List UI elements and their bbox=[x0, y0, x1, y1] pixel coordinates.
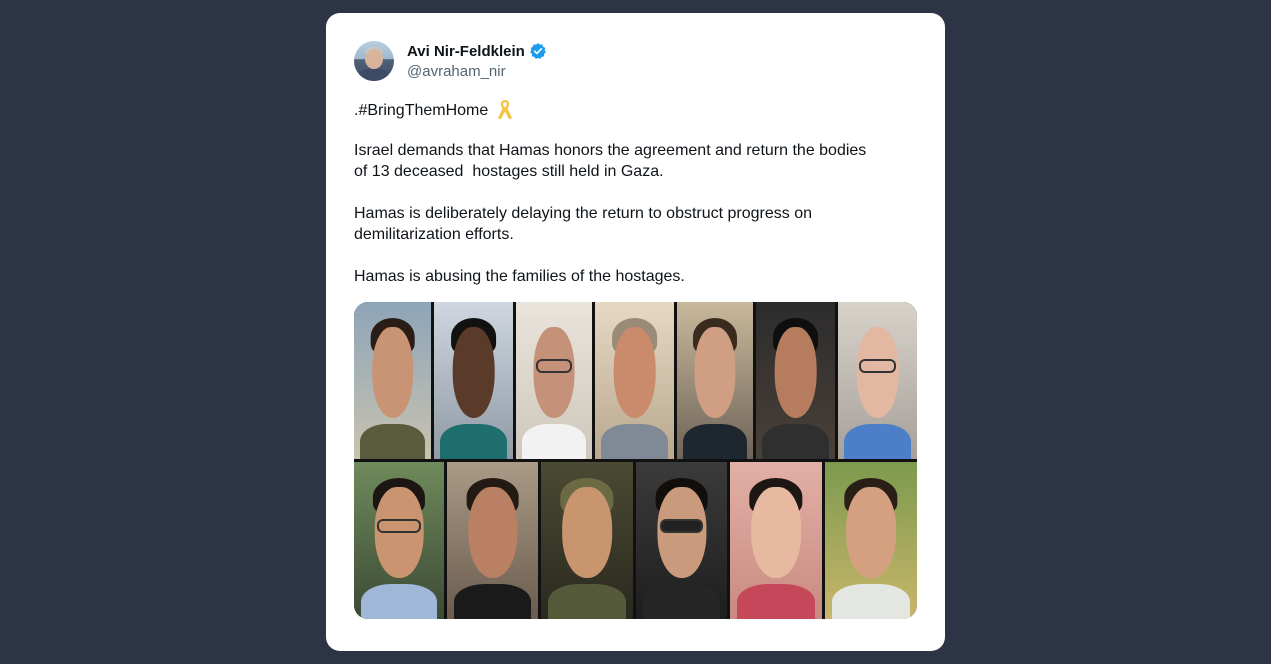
author-name[interactable]: Avi Nir-Feldklein bbox=[407, 43, 525, 60]
author-name-row: Avi Nir-Feldklein bbox=[407, 41, 547, 61]
hostage-photo bbox=[838, 302, 917, 459]
yellow-ribbon-icon bbox=[498, 100, 513, 120]
tweet-hashtag-line: .#BringThemHome bbox=[354, 99, 924, 121]
hashtag-text[interactable]: .#BringThemHome bbox=[354, 100, 488, 121]
hostage-photo bbox=[595, 302, 674, 459]
collage-row-bottom bbox=[354, 462, 917, 619]
hostage-photo bbox=[825, 462, 917, 619]
hostage-photo bbox=[541, 462, 633, 619]
author-handle[interactable]: @avraham_nir bbox=[407, 63, 506, 80]
collage-row-top bbox=[354, 302, 917, 459]
hostage-photo bbox=[354, 462, 444, 619]
hostage-photo bbox=[447, 462, 538, 619]
hostage-photo bbox=[730, 462, 822, 619]
hostage-photo bbox=[756, 302, 835, 459]
tweet-card: Avi Nir-Feldklein @avraham_nir .#BringTh… bbox=[326, 13, 945, 651]
hostage-photo bbox=[677, 302, 753, 459]
tweet-paragraph-1: Israel demands that Hamas honors the agr… bbox=[354, 142, 867, 180]
hostage-photo bbox=[636, 462, 727, 619]
tweet-media-collage[interactable] bbox=[354, 302, 917, 619]
hostage-photo bbox=[516, 302, 592, 459]
tweet-paragraph-3: Hamas is abusing the families of the hos… bbox=[354, 268, 685, 285]
tweet-paragraph-2: Hamas is deliberately delaying the retur… bbox=[354, 205, 813, 243]
verified-badge-icon bbox=[529, 43, 546, 59]
author-avatar[interactable] bbox=[354, 41, 394, 81]
hostage-photo bbox=[434, 302, 513, 459]
hostage-photo bbox=[354, 302, 431, 459]
